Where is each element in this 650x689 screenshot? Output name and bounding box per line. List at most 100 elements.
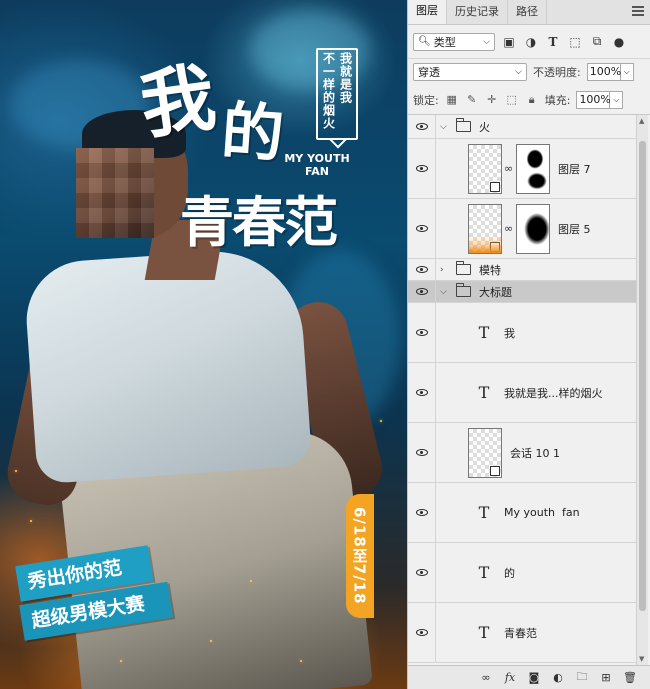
visibility-eye-icon[interactable] (408, 423, 436, 482)
layers-scrollbar[interactable]: ▲ ▼ (636, 115, 648, 665)
bubble-col-2: 不一样的烟火 (321, 52, 336, 130)
smart-object-filter-icon[interactable]: ⧉ (589, 34, 605, 50)
chevron-down-icon: ⌵ (483, 36, 490, 47)
layer-text-qcf[interactable]: T 青春范 (408, 603, 636, 663)
chevron-right-icon[interactable]: › (440, 265, 450, 275)
text-layer-icon: T (478, 563, 490, 582)
mask-link-chain-icon[interactable]: ∞ (504, 162, 514, 175)
new-layer-icon[interactable]: ⊞ (599, 671, 613, 685)
visibility-eye-icon[interactable] (408, 603, 436, 662)
layer-group-dabiaoti[interactable]: ⌵ 大标题 (408, 281, 636, 303)
layer-text-bubble[interactable]: T 我就是我...样的烟火 (408, 363, 636, 423)
visibility-eye-icon[interactable] (408, 303, 436, 362)
lock-label: 锁定: (413, 93, 439, 107)
tab-history[interactable]: 历史记录 (447, 0, 508, 24)
date-badge: 6/18至7/18 (346, 494, 374, 618)
layer-mask-thumbnail[interactable] (516, 203, 550, 254)
spark (30, 520, 32, 522)
lock-row: 锁定: ▦ ✎ ✛ ⬚ 🔒︎ 填充: 100% ⌵ (408, 85, 650, 115)
lock-all-icon[interactable]: 🔒︎ (525, 93, 539, 107)
layer-group-mote[interactable]: › 模特 (408, 259, 636, 281)
tab-layers[interactable]: 图层 (408, 0, 447, 24)
spark (380, 420, 382, 422)
visibility-eye-icon[interactable] (408, 259, 436, 280)
layer-text-de[interactable]: T 的 (408, 543, 636, 603)
link-layers-icon[interactable]: ∞ (479, 671, 493, 685)
scroll-up-icon[interactable]: ▲ (639, 117, 644, 125)
visibility-eye-icon[interactable] (408, 139, 436, 198)
layer-name: 图层 5 (558, 222, 591, 236)
lock-artboard-icon[interactable]: ⬚ (505, 93, 519, 107)
blend-mode-value: 穿透 (418, 66, 440, 79)
new-adjustment-layer-icon[interactable]: ◐ (551, 671, 565, 685)
title-char-wo: 我 (135, 54, 221, 150)
layer-thumbnail (468, 427, 502, 478)
new-group-folder-icon[interactable]: 🗀︎ (575, 670, 589, 685)
shape-filter-icon[interactable]: ⬚ (567, 34, 583, 50)
layer-mask-thumbnail[interactable] (516, 143, 550, 194)
spark (300, 660, 302, 662)
visibility-eye-icon[interactable] (408, 281, 436, 302)
blend-mode-select[interactable]: 穿透 ⌵ (413, 63, 527, 81)
add-mask-icon[interactable]: ◙ (527, 671, 541, 685)
chevron-down-icon[interactable]: ⌵ (440, 122, 450, 132)
opacity-label: 不透明度: (533, 66, 581, 79)
text-layer-icon: T (478, 623, 490, 642)
panel-menu-icon[interactable] (632, 6, 644, 16)
speech-bubble-text: 我就是我 不一样的烟火 (318, 52, 356, 136)
visibility-eye-icon[interactable] (408, 363, 436, 422)
visibility-eye-icon[interactable] (408, 115, 436, 138)
filter-type-select[interactable]: 🔍︎ 类型 ⌵ (413, 32, 495, 51)
fill-input[interactable]: 100% (576, 90, 611, 109)
lock-pixels-brush-icon[interactable]: ✎ (465, 93, 479, 107)
lock-transparency-icon[interactable]: ▦ (445, 93, 459, 107)
subtitle-line1: MY YOUTH (284, 152, 350, 165)
layers-bottom-bar: ∞ fx ◙ ◐ 🗀︎ ⊞ 🗑︎ (408, 665, 650, 689)
spark (15, 470, 17, 472)
poster-canvas[interactable]: 我 的 青春范 MY YOUTH FAN 我就是我 不一样的烟火 秀出你的范 超… (0, 0, 407, 689)
layer-shape-huihua[interactable]: 会话 10 1 (408, 423, 636, 483)
layer-name: 大标题 (479, 285, 512, 299)
scroll-down-icon[interactable]: ▼ (639, 655, 644, 663)
filter-toggle-icon[interactable]: ● (611, 34, 627, 50)
text-layer-icon: T (478, 503, 490, 522)
spark (120, 660, 122, 662)
shape-layer-badge-icon (490, 465, 500, 476)
delete-layer-trash-icon[interactable]: 🗑︎ (623, 671, 637, 685)
layer-name: 模特 (479, 263, 501, 277)
layer-group-huo[interactable]: ⌵ 火 (408, 115, 636, 139)
filter-row: 🔍︎ 类型 ⌵ ▣ ◑ T ⬚ ⧉ ● (408, 25, 650, 59)
layer-text-my-youth[interactable]: T My youth fan (408, 483, 636, 543)
layer-smart-5[interactable]: ∞ 图层 5 (408, 199, 636, 259)
lock-position-move-icon[interactable]: ✛ (485, 93, 499, 107)
subtitle-line2: FAN (305, 165, 329, 178)
opacity-input[interactable]: 100% (586, 63, 621, 81)
folder-icon (456, 261, 471, 275)
layers-panel: 图层 历史记录 路径 🔍︎ 类型 ⌵ ▣ ◑ T ⬚ ⧉ ● 穿透 ⌵ 不透明度… (407, 0, 650, 689)
panel-tabs: 图层 历史记录 路径 (408, 0, 650, 25)
layer-smart-7[interactable]: ∞ 图层 7 (408, 139, 636, 199)
layer-thumbnail (468, 203, 502, 254)
visibility-eye-icon[interactable] (408, 543, 436, 602)
image-filter-icon[interactable]: ▣ (501, 34, 517, 50)
visibility-eye-icon[interactable] (408, 199, 436, 258)
layer-text-wo[interactable]: T 我 (408, 303, 636, 363)
visibility-eye-icon[interactable] (408, 483, 436, 542)
adjustment-filter-icon[interactable]: ◑ (523, 34, 539, 50)
smart-object-badge-icon (490, 241, 500, 252)
spark (210, 640, 212, 642)
text-layer-icon: T (478, 383, 490, 402)
type-filter-icon[interactable]: T (545, 34, 561, 50)
tab-paths[interactable]: 路径 (508, 0, 547, 24)
fill-dropdown-icon[interactable]: ⌵ (610, 90, 624, 109)
fx-icon[interactable]: fx (503, 671, 517, 685)
bubble-col-1: 我就是我 (338, 52, 353, 104)
opacity-dropdown-icon[interactable]: ⌵ (620, 63, 634, 81)
layer-name: 会话 10 1 (510, 446, 560, 460)
scrollbar-thumb[interactable] (639, 141, 646, 611)
chevron-down-icon[interactable]: ⌵ (440, 287, 450, 297)
layer-thumbnail (468, 143, 502, 194)
mask-link-chain-icon[interactable]: ∞ (504, 222, 514, 235)
layer-name: My youth fan (504, 506, 580, 519)
blend-row: 穿透 ⌵ 不透明度: 100% ⌵ (408, 59, 650, 85)
